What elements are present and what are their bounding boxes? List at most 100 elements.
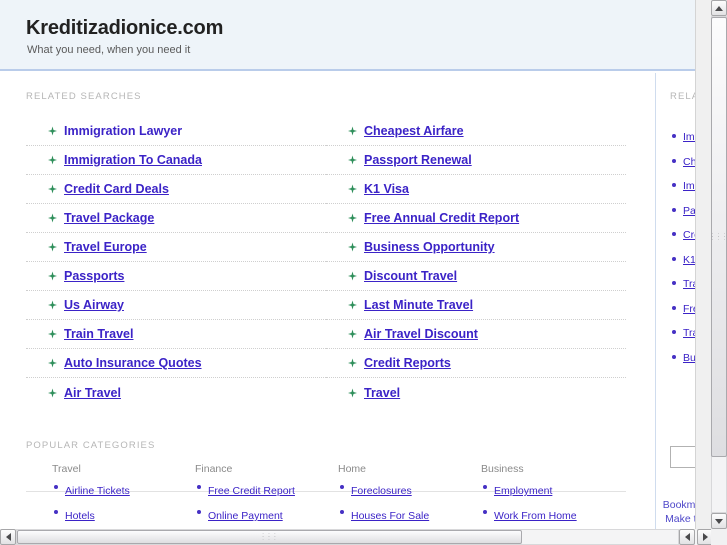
category-item[interactable]: Online Payment — [195, 506, 338, 524]
related-search-link[interactable]: Us Airway — [64, 298, 124, 312]
category-link[interactable]: Hotels — [65, 510, 95, 522]
related-search-link[interactable]: Business Opportunity — [364, 240, 495, 254]
bullet-dot-icon — [340, 485, 344, 489]
related-search-row[interactable]: K1 Visa — [326, 175, 626, 204]
related-search-link[interactable]: Air Travel — [64, 386, 121, 400]
related-search-row[interactable]: Last Minute Travel — [326, 291, 626, 320]
star-marker-icon — [48, 388, 57, 397]
related-search-row[interactable]: Auto Insurance Quotes — [26, 349, 326, 378]
star-marker-icon — [48, 184, 57, 194]
vertical-scroll-thumb[interactable]: : : : : : : — [711, 17, 727, 457]
category-link[interactable]: Online Payment — [208, 510, 283, 522]
scroll-up-button[interactable] — [711, 0, 727, 16]
triangle-left-icon — [5, 533, 11, 541]
star-marker-icon — [348, 358, 357, 368]
horizontal-scrollbar[interactable]: : : : : : : — [0, 529, 727, 545]
category-heading: Finance — [195, 463, 233, 475]
related-search-row[interactable]: Train Travel — [26, 320, 326, 349]
category-item[interactable]: Free Credit Report — [195, 481, 338, 499]
star-marker-icon — [48, 271, 57, 281]
related-search-row[interactable]: Business Opportunity — [326, 233, 626, 262]
related-search-row[interactable]: Cheapest Airfare — [326, 117, 626, 146]
related-search-link[interactable]: Auto Insurance Quotes — [64, 356, 202, 370]
star-marker-icon — [348, 388, 357, 397]
category-link[interactable]: Houses For Sale — [351, 510, 429, 522]
category-item[interactable]: Employment — [481, 481, 624, 499]
category-item[interactable]: Hotels — [52, 506, 195, 524]
related-search-link[interactable]: Discount Travel — [364, 269, 457, 283]
related-search-link[interactable]: Last Minute Travel — [364, 298, 473, 312]
related-search-row[interactable]: Air Travel — [26, 378, 326, 407]
related-search-row[interactable]: Passport Renewal — [326, 146, 626, 175]
related-search-link[interactable]: Passports — [64, 269, 124, 283]
star-marker-icon — [48, 242, 57, 252]
popular-categories-grid: TravelAirline TicketsHotelsCar RentalFin… — [52, 463, 642, 529]
related-search-row[interactable]: Passports — [26, 262, 326, 291]
related-search-row[interactable]: Immigration To Canada — [26, 146, 326, 175]
vertical-scrollbar[interactable]: : : : : : : — [711, 0, 727, 529]
category-heading: Business — [481, 463, 524, 475]
bullet-dot-icon — [197, 510, 201, 514]
related-search-link[interactable]: Free Annual Credit Report — [364, 211, 519, 225]
category-item[interactable]: Foreclosures — [338, 481, 481, 499]
star-marker-icon — [348, 271, 357, 281]
star-marker-icon — [348, 300, 357, 310]
related-search-link[interactable]: Passport Renewal — [364, 153, 472, 167]
related-search-link[interactable]: Travel Package — [64, 211, 154, 225]
related-search-row[interactable]: Travel — [326, 378, 626, 407]
site-title: Kreditizadionice.com — [26, 17, 224, 39]
triangle-right-icon — [702, 533, 708, 541]
inner-vertical-scrollbar[interactable] — [695, 0, 711, 529]
star-marker-icon — [48, 213, 57, 223]
bullet-dot-icon — [672, 281, 676, 285]
star-marker-icon — [348, 242, 357, 252]
category-item[interactable]: Work From Home — [481, 506, 624, 524]
category-link[interactable]: Airline Tickets — [65, 485, 130, 497]
related-search-link[interactable]: Immigration To Canada — [64, 153, 202, 167]
related-search-link[interactable]: Credit Reports — [364, 356, 451, 370]
category-link[interactable]: Work From Home — [494, 510, 577, 522]
star-marker-icon — [48, 358, 57, 368]
star-marker-icon — [348, 184, 357, 194]
browser-window: Kreditizadionice.com What you need, when… — [0, 0, 727, 545]
related-search-row[interactable]: Free Annual Credit Report — [326, 204, 626, 233]
category-link[interactable]: Foreclosures — [351, 485, 412, 497]
related-search-row[interactable]: Air Travel Discount — [326, 320, 626, 349]
horizontal-scroll-thumb[interactable]: : : : : : : — [17, 530, 522, 544]
related-search-link[interactable]: Immigration Lawyer — [64, 124, 182, 138]
bullet-dot-icon — [54, 485, 58, 489]
related-searches-heading: RELATED SEARCHES — [26, 91, 142, 102]
scroll-down-button[interactable] — [711, 513, 727, 529]
star-marker-icon — [348, 213, 357, 223]
related-search-link[interactable]: Travel — [364, 386, 400, 400]
bullet-dot-icon — [672, 232, 676, 236]
triangle-up-icon — [715, 5, 723, 11]
related-search-row[interactable]: Discount Travel — [326, 262, 626, 291]
related-search-row[interactable]: Credit Card Deals — [26, 175, 326, 204]
scroll-left-button[interactable] — [0, 529, 16, 545]
category-link[interactable]: Employment — [494, 485, 552, 497]
related-searches-grid: Immigration Lawyer Immigration To Canada C… — [26, 117, 626, 407]
related-search-link[interactable]: K1 Visa — [364, 182, 409, 196]
scroll-left-button-2[interactable] — [679, 529, 695, 545]
related-search-row[interactable]: Credit Reports — [326, 349, 626, 378]
related-search-link[interactable]: Credit Card Deals — [64, 182, 169, 196]
related-search-row[interactable]: Us Airway — [26, 291, 326, 320]
bullet-dot-icon — [340, 510, 344, 514]
related-search-row[interactable]: Immigration Lawyer — [26, 117, 326, 146]
related-search-link[interactable]: Train Travel — [64, 327, 133, 341]
related-search-link[interactable]: Travel Europe — [64, 240, 147, 254]
related-search-link[interactable]: Cheapest Airfare — [364, 124, 464, 138]
bullet-dot-icon — [483, 485, 487, 489]
site-header: Kreditizadionice.com What you need, when… — [0, 0, 711, 71]
triangle-left-icon — [684, 533, 690, 541]
popular-categories-heading: POPULAR CATEGORIES — [26, 440, 156, 451]
category-item[interactable]: Airline Tickets — [52, 481, 195, 499]
triangle-down-icon — [715, 518, 723, 524]
category-link[interactable]: Free Credit Report — [208, 485, 295, 497]
category-item[interactable]: Houses For Sale — [338, 506, 481, 524]
related-searches-column-right: Cheapest Airfare Passport Renewal K1 Visa F… — [326, 117, 626, 407]
related-search-row[interactable]: Travel Europe — [26, 233, 326, 262]
related-search-row[interactable]: Travel Package — [26, 204, 326, 233]
related-search-link[interactable]: Air Travel Discount — [364, 327, 478, 341]
